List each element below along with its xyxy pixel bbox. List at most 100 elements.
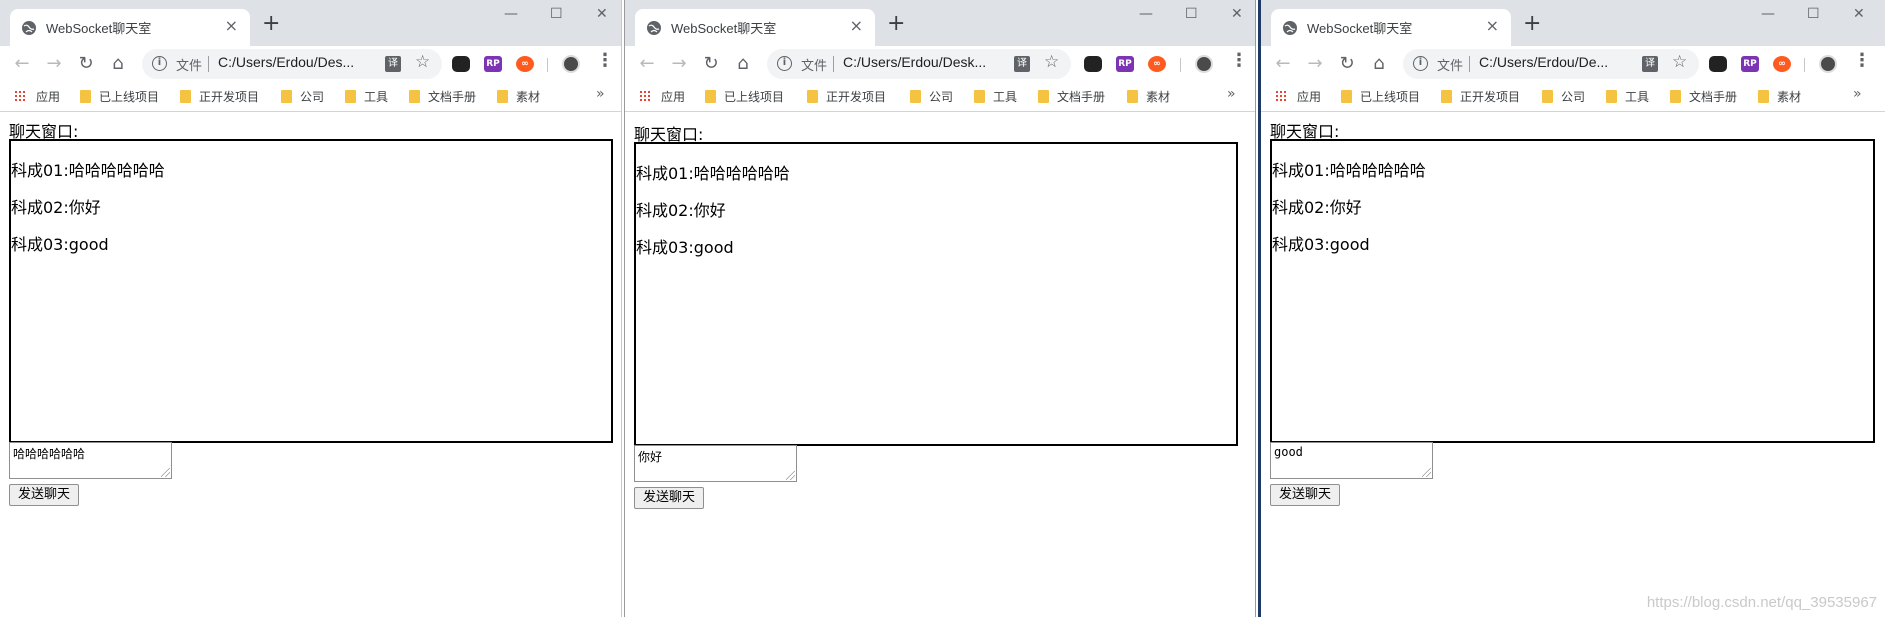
resize-grip-icon[interactable] [786, 471, 795, 480]
bookmark-folder[interactable]: 正开发项目 [180, 88, 259, 106]
menu-icon[interactable]: ⋮ [1230, 50, 1248, 71]
reload-icon[interactable]: ↻ [1335, 52, 1359, 76]
home-icon[interactable]: ⌂ [731, 52, 755, 76]
close-tab-icon[interactable]: × [850, 17, 863, 35]
infinity-extension-icon[interactable]: ∞ [1148, 56, 1166, 72]
info-icon[interactable]: i [152, 56, 167, 71]
back-icon[interactable]: ← [635, 52, 659, 76]
star-icon[interactable]: ☆ [1044, 52, 1059, 72]
reload-icon[interactable]: ↻ [699, 52, 723, 76]
window-close-icon[interactable]: ✕ [1231, 4, 1243, 24]
forward-icon[interactable]: → [1303, 52, 1327, 76]
send-button[interactable]: 发送聊天 [1270, 484, 1340, 506]
new-tab-button[interactable]: + [887, 13, 905, 35]
browser-window-1: WebSocket聊天室 × + — ☐ ✕ ← → ↻ ⌂ i 文件 C:/U… [0, 0, 622, 617]
bookmark-folder[interactable]: 文档手册 [1038, 88, 1105, 106]
title-bar: WebSocket聊天室 × + — ☐ ✕ [625, 0, 1255, 46]
avatar[interactable] [1819, 55, 1837, 73]
bookmark-apps[interactable]: 应用 [14, 88, 60, 106]
bookmark-folder[interactable]: 正开发项目 [1441, 88, 1520, 106]
bookmark-folder[interactable]: 工具 [345, 88, 388, 106]
address-bar[interactable]: i 文件 C:/Users/Erdou/De... 译 ☆ [1403, 49, 1699, 79]
address-bar[interactable]: i 文件 C:/Users/Erdou/Desk... 译 ☆ [767, 49, 1071, 79]
reload-icon[interactable]: ↻ [74, 52, 98, 76]
ghost-extension-icon[interactable] [1084, 56, 1102, 72]
url-text[interactable]: C:/Users/Erdou/Desk... [843, 54, 986, 70]
window-close-icon[interactable]: ✕ [596, 4, 608, 24]
send-button[interactable]: 发送聊天 [634, 487, 704, 509]
address-bar[interactable]: i 文件 C:/Users/Erdou/Des... 译 ☆ [142, 49, 442, 79]
infinity-extension-icon[interactable]: ∞ [1773, 56, 1791, 72]
info-icon[interactable]: i [777, 56, 792, 71]
bookmark-apps[interactable]: 应用 [639, 88, 685, 106]
new-tab-button[interactable]: + [262, 13, 280, 35]
bookmark-folder[interactable]: 工具 [1606, 88, 1649, 106]
bookmark-folder[interactable]: 文档手册 [409, 88, 476, 106]
more-bookmarks-icon[interactable]: » [1853, 86, 1862, 102]
bookmark-folder[interactable]: 正开发项目 [807, 88, 886, 106]
url-text[interactable]: C:/Users/Erdou/Des... [218, 54, 354, 70]
bookmark-apps[interactable]: 应用 [1275, 88, 1321, 106]
bookmark-folder[interactable]: 公司 [1542, 88, 1585, 106]
star-icon[interactable]: ☆ [415, 52, 430, 72]
apps-grid-icon [1275, 90, 1287, 102]
tab-websocket[interactable]: WebSocket聊天室 × [1271, 9, 1511, 46]
translate-icon[interactable]: 译 [1642, 56, 1658, 72]
close-tab-icon[interactable]: × [1486, 17, 1499, 35]
tab-websocket[interactable]: WebSocket聊天室 × [635, 9, 875, 46]
ghost-extension-icon[interactable] [452, 56, 470, 72]
info-icon[interactable]: i [1413, 56, 1428, 71]
minimize-icon[interactable]: — [504, 4, 518, 24]
tab-websocket[interactable]: WebSocket聊天室 × [10, 9, 250, 46]
translate-icon[interactable]: 译 [1014, 56, 1030, 72]
forward-icon[interactable]: → [42, 52, 66, 76]
home-icon[interactable]: ⌂ [1367, 52, 1391, 76]
message-input[interactable]: 你好 [634, 445, 797, 482]
translate-icon[interactable]: 译 [385, 56, 401, 72]
back-icon[interactable]: ← [1271, 52, 1295, 76]
toolbar-divider [1804, 58, 1805, 72]
divider [1469, 56, 1470, 72]
close-tab-icon[interactable]: × [225, 17, 238, 35]
more-bookmarks-icon[interactable]: » [596, 86, 605, 102]
bookmark-folder[interactable]: 工具 [974, 88, 1017, 106]
rp-extension-icon[interactable]: RP [1741, 56, 1759, 72]
back-icon[interactable]: ← [10, 52, 34, 76]
url-text[interactable]: C:/Users/Erdou/De... [1479, 54, 1608, 70]
folder-icon [910, 90, 921, 103]
menu-icon[interactable]: ⋮ [596, 50, 614, 71]
avatar[interactable] [562, 55, 580, 73]
minimize-icon[interactable]: — [1139, 4, 1153, 24]
bookmark-folder[interactable]: 已上线项目 [80, 88, 159, 106]
ghost-extension-icon[interactable] [1709, 56, 1727, 72]
rp-extension-icon[interactable]: RP [484, 56, 502, 72]
menu-icon[interactable]: ⋮ [1853, 50, 1871, 71]
resize-grip-icon[interactable] [1422, 468, 1431, 477]
bookmark-folder[interactable]: 素材 [1127, 88, 1170, 106]
infinity-extension-icon[interactable]: ∞ [516, 56, 534, 72]
maximize-icon[interactable]: ☐ [1185, 4, 1198, 24]
new-tab-button[interactable]: + [1523, 13, 1541, 35]
avatar[interactable] [1195, 55, 1213, 73]
message-input[interactable]: 哈哈哈哈哈哈 [9, 442, 172, 479]
maximize-icon[interactable]: ☐ [550, 4, 563, 24]
window-close-icon[interactable]: ✕ [1853, 4, 1865, 24]
forward-icon[interactable]: → [667, 52, 691, 76]
rp-extension-icon[interactable]: RP [1116, 56, 1134, 72]
more-bookmarks-icon[interactable]: » [1227, 86, 1236, 102]
bookmark-folder[interactable]: 已上线项目 [1341, 88, 1420, 106]
star-icon[interactable]: ☆ [1672, 52, 1687, 72]
message-input[interactable]: good [1270, 442, 1433, 479]
resize-grip-icon[interactable] [161, 468, 170, 477]
bookmark-folder[interactable]: 已上线项目 [705, 88, 784, 106]
minimize-icon[interactable]: — [1761, 4, 1775, 24]
folder-icon [80, 90, 91, 103]
bookmark-folder[interactable]: 公司 [281, 88, 324, 106]
bookmark-folder[interactable]: 公司 [910, 88, 953, 106]
bookmark-folder[interactable]: 文档手册 [1670, 88, 1737, 106]
send-button[interactable]: 发送聊天 [9, 484, 79, 506]
home-icon[interactable]: ⌂ [106, 52, 130, 76]
bookmark-folder[interactable]: 素材 [497, 88, 540, 106]
bookmark-folder[interactable]: 素材 [1758, 88, 1801, 106]
maximize-icon[interactable]: ☐ [1807, 4, 1820, 24]
